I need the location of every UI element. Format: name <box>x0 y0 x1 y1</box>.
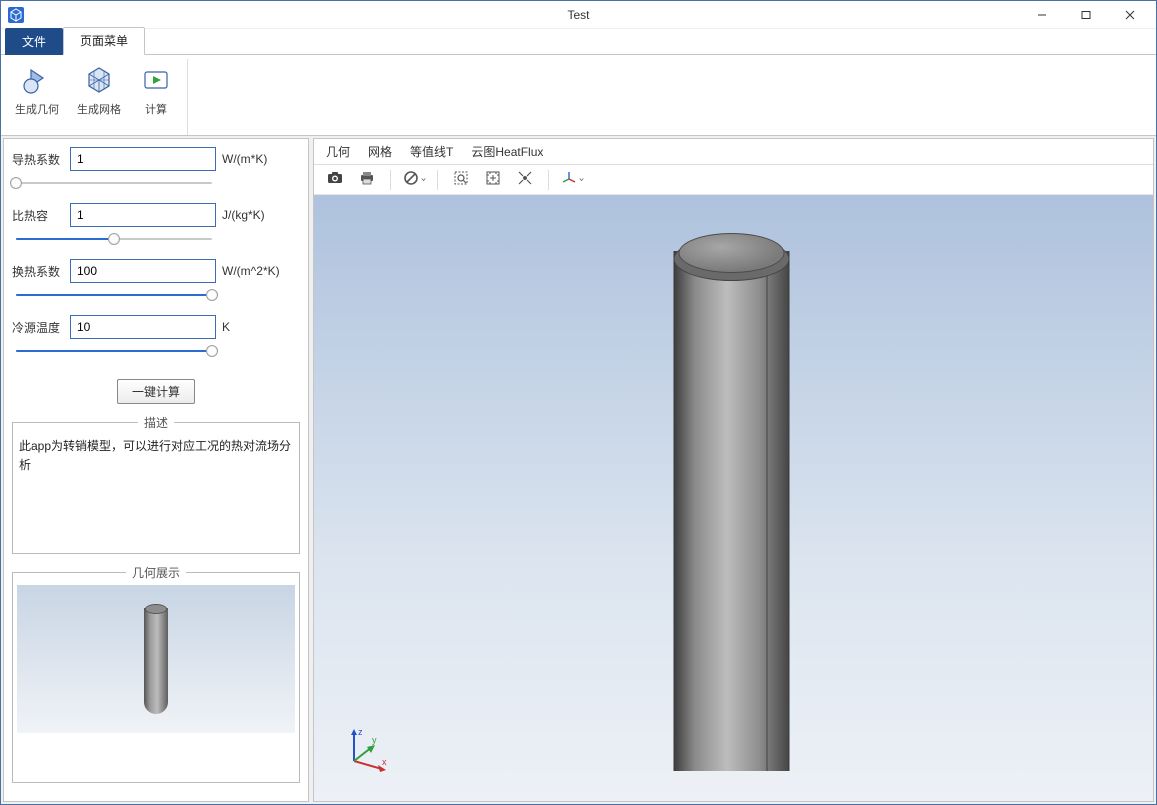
param-label: 比热容 <box>12 207 64 224</box>
ribbon-group-main: 生成几何 生成网格 计算 <box>9 59 188 135</box>
ribbon-gen-mesh[interactable]: 生成网格 <box>75 61 123 119</box>
reset-button[interactable] <box>401 168 427 192</box>
geometry-preview-title: 几何展示 <box>126 564 186 581</box>
ribbon-label: 计算 <box>145 101 167 117</box>
window-controls <box>1020 2 1152 28</box>
ribbon-label: 生成几何 <box>15 101 59 117</box>
close-button[interactable] <box>1108 2 1152 28</box>
no-entry-icon <box>402 169 420 190</box>
geometry-preview-box: 几何展示 <box>12 564 300 783</box>
app-icon <box>7 6 25 24</box>
print-button[interactable] <box>354 168 380 192</box>
tab-isoline-t[interactable]: 等值线T <box>410 143 453 160</box>
zoom-selected-icon <box>516 169 534 190</box>
axis-triad: z x y <box>342 725 390 773</box>
snapshot-button[interactable] <box>322 168 348 192</box>
specific-heat-slider[interactable] <box>16 237 212 241</box>
zoom-extents-button[interactable] <box>480 168 506 192</box>
title-bar: Test <box>1 1 1156 29</box>
axis-icon <box>560 169 578 190</box>
param-unit: K <box>222 320 230 334</box>
printer-icon <box>358 169 376 190</box>
param-label: 冷源温度 <box>12 319 64 336</box>
view-orientation-button[interactable] <box>559 168 585 192</box>
minimize-button[interactable] <box>1020 2 1064 28</box>
heat-transfer-slider[interactable] <box>16 293 212 297</box>
zoom-box-button[interactable] <box>448 168 474 192</box>
svg-text:x: x <box>382 757 387 767</box>
viewer-panel: 几何 网格 等值线T 云图HeatFlux <box>313 138 1154 802</box>
thermal-conductivity-slider[interactable] <box>16 181 212 185</box>
mini-cylinder <box>144 604 168 714</box>
param-label: 导热系数 <box>12 151 64 168</box>
one-key-compute-button[interactable]: 一键计算 <box>117 379 195 404</box>
cold-source-temp-input[interactable] <box>70 315 216 339</box>
param-heat-transfer: 换热系数 W/(m^2*K) <box>12 259 300 297</box>
description-box: 描述 此app为转销模型，可以进行对应工况的热对流场分析 <box>12 414 300 554</box>
tab-geometry[interactable]: 几何 <box>326 143 350 160</box>
specific-heat-input[interactable] <box>70 203 216 227</box>
zoom-selected-button[interactable] <box>512 168 538 192</box>
param-label: 换热系数 <box>12 263 64 280</box>
viewer-toolbar <box>314 165 1153 195</box>
maximize-button[interactable] <box>1064 2 1108 28</box>
window-title: Test <box>567 8 589 22</box>
menu-tabs: 文件 页面菜单 <box>1 29 1156 55</box>
zoom-box-icon <box>452 169 470 190</box>
param-thermal-conductivity: 导热系数 W/(m*K) <box>12 147 300 185</box>
ribbon-compute[interactable]: 计算 <box>137 61 175 119</box>
mesh-icon <box>82 63 116 97</box>
geometry-preview <box>17 585 295 733</box>
param-unit: W/(m^2*K) <box>222 264 280 278</box>
tab-mesh[interactable]: 网格 <box>368 143 392 160</box>
geometry-icon <box>20 63 54 97</box>
param-unit: W/(m*K) <box>222 152 267 166</box>
ribbon: 生成几何 生成网格 计算 <box>1 55 1156 135</box>
ribbon-gen-geometry[interactable]: 生成几何 <box>13 61 61 119</box>
description-title: 描述 <box>138 414 174 431</box>
viewer-tabs: 几何 网格 等值线T 云图HeatFlux <box>314 139 1153 165</box>
compute-icon <box>139 63 173 97</box>
cold-source-temp-slider[interactable] <box>16 349 212 353</box>
zoom-extents-icon <box>484 169 502 190</box>
tab-cloud-heatflux[interactable]: 云图HeatFlux <box>471 143 543 160</box>
menu-page-menu[interactable]: 页面菜单 <box>63 27 145 55</box>
svg-text:y: y <box>372 735 377 745</box>
sidebar: 导热系数 W/(m*K) 比热容 J/(kg*K) <box>3 138 309 802</box>
cylinder-model <box>678 233 789 771</box>
heat-transfer-input[interactable] <box>70 259 216 283</box>
param-cold-source-temp: 冷源温度 K <box>12 315 300 353</box>
menu-file[interactable]: 文件 <box>5 28 63 55</box>
graphics-canvas[interactable]: z x y <box>314 195 1153 801</box>
description-text: 此app为转销模型，可以进行对应工况的热对流场分析 <box>19 437 293 547</box>
param-unit: J/(kg*K) <box>222 208 265 222</box>
ribbon-label: 生成网格 <box>77 101 121 117</box>
param-specific-heat: 比热容 J/(kg*K) <box>12 203 300 241</box>
svg-text:z: z <box>358 727 363 737</box>
camera-icon <box>326 169 344 190</box>
thermal-conductivity-input[interactable] <box>70 147 216 171</box>
content-area: 导热系数 W/(m*K) 比热容 J/(kg*K) <box>1 135 1156 804</box>
